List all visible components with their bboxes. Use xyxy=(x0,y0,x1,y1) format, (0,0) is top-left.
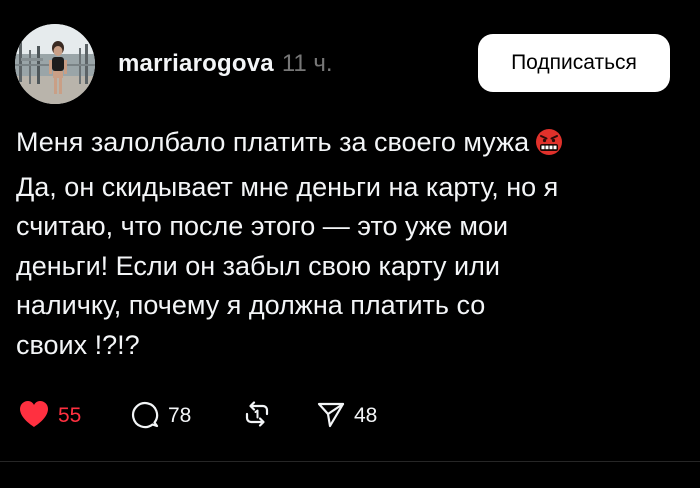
post-divider xyxy=(0,461,700,462)
share-button[interactable]: 48 xyxy=(316,399,377,433)
comment-bubble-icon xyxy=(130,399,160,434)
like-button[interactable]: 55 xyxy=(18,399,81,433)
comment-count: 78 xyxy=(168,404,192,427)
post-text-line: наличку, почему я должна платить со xyxy=(16,290,486,320)
post-text-line: считаю, что после этого — это уже мои xyxy=(16,211,509,241)
post-text-line: Меня залолбало платить за своего мужа xyxy=(16,123,656,168)
follow-button[interactable]: Подписаться xyxy=(478,34,670,92)
repost-button[interactable] xyxy=(242,399,280,433)
timestamp: 11 ч. xyxy=(281,50,333,77)
post-header: marriarogova 11 ч. xyxy=(118,50,333,80)
post-text: Меня залолбало платить за своего мужа Да… xyxy=(16,123,656,365)
repost-arrows-icon xyxy=(242,399,272,434)
heart-icon xyxy=(18,399,50,434)
post-text-line: своих !?!? xyxy=(16,329,140,360)
post-text-line-content: Меня залолбало платить за своего мужа xyxy=(16,127,530,157)
post-text-line: деньги! Если он забыл свою карту или xyxy=(16,250,500,281)
avatar[interactable] xyxy=(15,24,95,104)
username[interactable]: marriarogova xyxy=(118,50,274,78)
angry-face-with-symbols-icon xyxy=(535,128,563,168)
share-count: 48 xyxy=(354,404,378,427)
comment-button[interactable]: 78 xyxy=(130,399,191,433)
send-paper-plane-icon xyxy=(316,399,346,434)
post-text-line: Да, он скидывает мне деньги на карту, но… xyxy=(16,171,559,202)
like-count: 55 xyxy=(58,404,82,427)
thread-post: marriarogova 11 ч. Подписаться Меня зало… xyxy=(0,0,700,462)
